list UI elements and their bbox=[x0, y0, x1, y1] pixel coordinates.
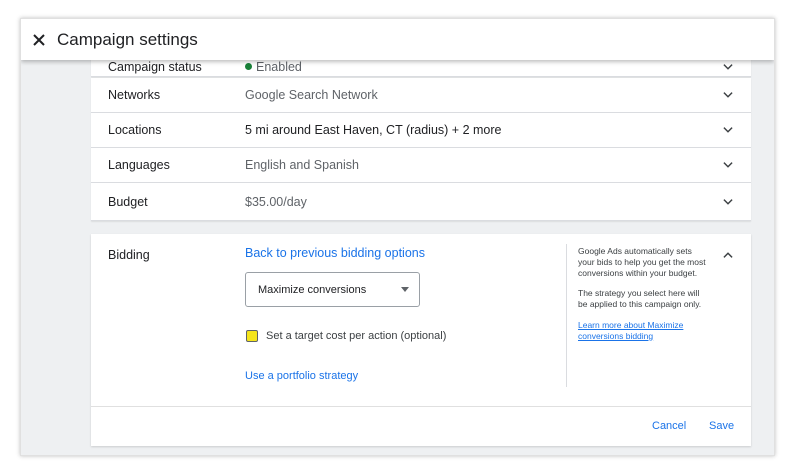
row-label: Networks bbox=[108, 88, 161, 102]
row-label: Locations bbox=[108, 123, 162, 137]
learn-more-link[interactable]: Learn more about Maximize conversions bi… bbox=[578, 320, 683, 341]
close-button[interactable] bbox=[21, 22, 57, 58]
row-value: Google Search Network bbox=[245, 88, 378, 102]
row-value: English and Spanish bbox=[245, 158, 359, 172]
bidding-strategy-select[interactable]: Maximize conversions bbox=[245, 272, 420, 307]
save-button[interactable]: Save bbox=[709, 420, 734, 432]
footer-divider bbox=[91, 406, 751, 407]
settings-panel: Campaign status Enabled Networks Google … bbox=[20, 18, 775, 456]
back-to-bidding-options-link[interactable]: Back to previous bidding options bbox=[245, 246, 425, 260]
bidding-label: Bidding bbox=[108, 248, 150, 262]
languages-row[interactable]: Languages English and Spanish bbox=[91, 148, 751, 183]
chevron-down-icon bbox=[723, 162, 733, 168]
networks-row[interactable]: Networks Google Search Network bbox=[91, 78, 751, 113]
target-cpa-checkbox[interactable] bbox=[246, 330, 258, 342]
row-label: Budget bbox=[108, 194, 148, 209]
row-value: 5 mi around East Haven, CT (radius) + 2 … bbox=[245, 123, 502, 137]
dialog-header: Campaign settings bbox=[21, 19, 774, 60]
row-label: Languages bbox=[108, 158, 170, 172]
help-panel: Google Ads automatically sets your bids … bbox=[578, 246, 708, 352]
row-value: $35.00/day bbox=[245, 194, 307, 209]
chevron-down-icon bbox=[723, 92, 733, 98]
chevron-down-icon bbox=[723, 198, 733, 205]
target-cpa-label: Set a target cost per action (optional) bbox=[266, 330, 447, 342]
dropdown-caret-icon bbox=[401, 287, 409, 292]
chevron-down-icon bbox=[723, 127, 733, 133]
row-value: Enabled bbox=[245, 60, 302, 74]
chevron-down-icon bbox=[723, 64, 733, 70]
chevron-up-icon[interactable] bbox=[721, 248, 735, 262]
close-icon bbox=[33, 33, 45, 46]
enabled-status-dot bbox=[245, 63, 252, 70]
help-text-2: The strategy you select here will be app… bbox=[578, 288, 702, 310]
row-label: Campaign status bbox=[108, 60, 202, 74]
help-divider bbox=[566, 244, 567, 387]
cancel-button[interactable]: Cancel bbox=[652, 420, 686, 432]
page-title: Campaign settings bbox=[57, 29, 198, 49]
portfolio-strategy-link[interactable]: Use a portfolio strategy bbox=[245, 370, 358, 382]
help-text-1: Google Ads automatically sets your bids … bbox=[578, 246, 706, 278]
bidding-section: Bidding Back to previous bidding options… bbox=[91, 234, 751, 446]
locations-row[interactable]: Locations 5 mi around East Haven, CT (ra… bbox=[91, 113, 751, 148]
selected-strategy: Maximize conversions bbox=[258, 283, 367, 296]
status-text: Enabled bbox=[256, 60, 302, 74]
budget-row[interactable]: Budget $35.00/day bbox=[91, 183, 751, 221]
